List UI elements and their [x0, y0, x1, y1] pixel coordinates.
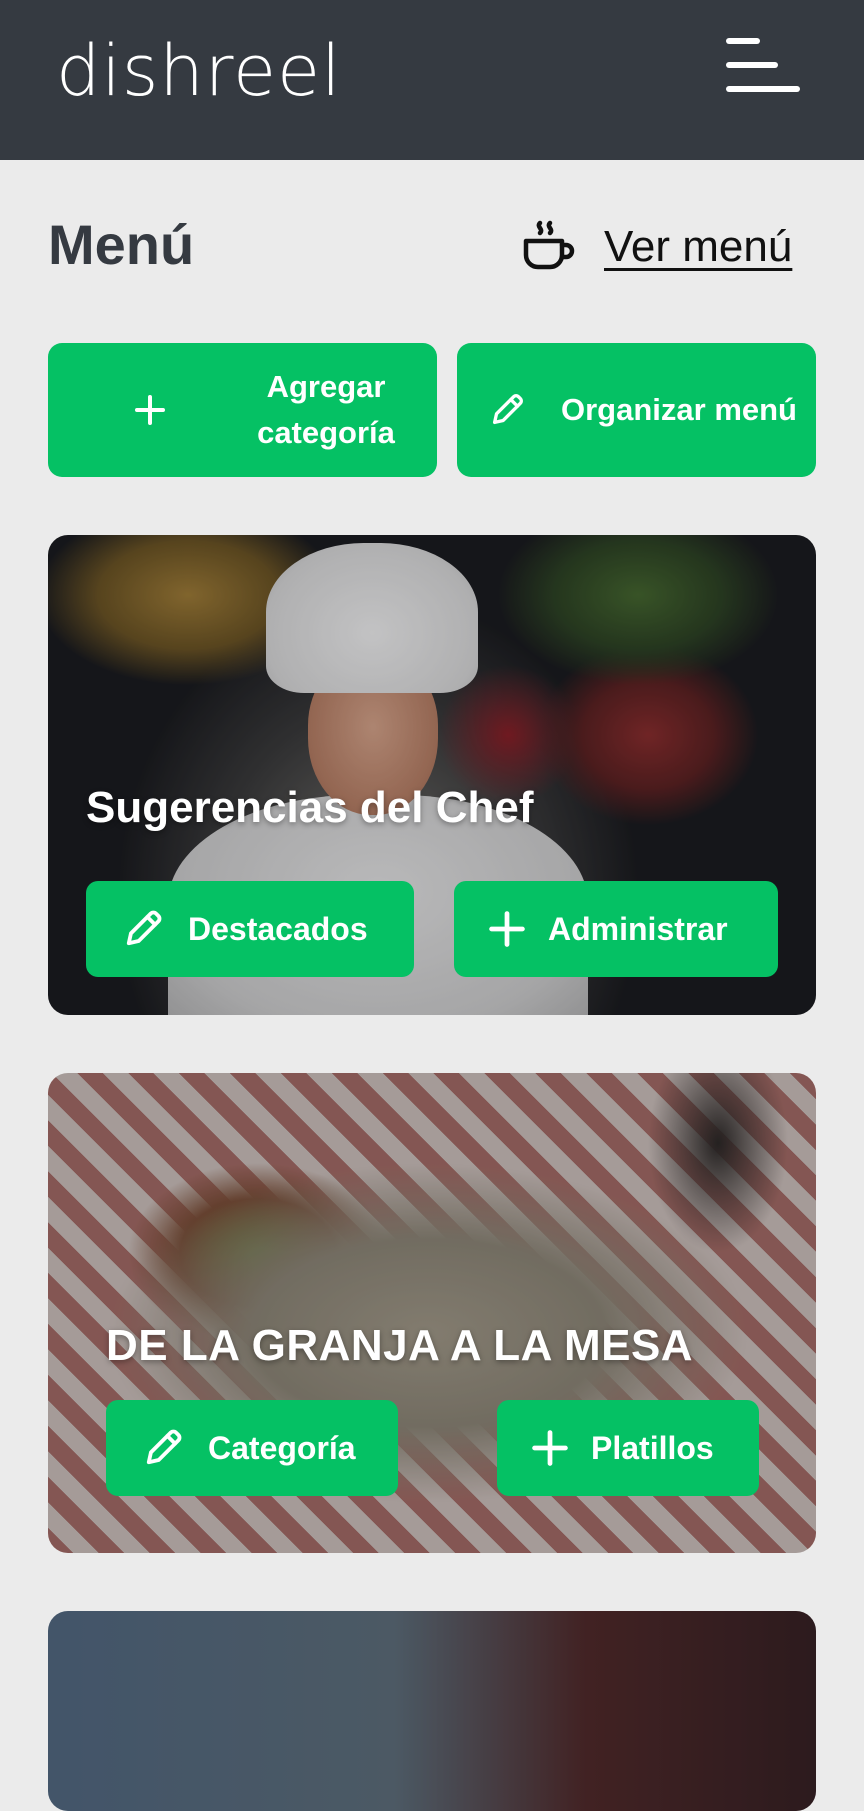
highlighted-button-label: Destacados [188, 910, 368, 947]
page-title: Menú [48, 213, 195, 276]
dishes-button[interactable]: Platillos [497, 1400, 759, 1496]
category-title: Sugerencias del Chef [86, 783, 534, 832]
manage-button-label: Administrar [548, 910, 728, 947]
organize-menu-button[interactable]: Organizar menú [457, 343, 816, 477]
app-header: dishreel [0, 0, 864, 160]
plus-icon [130, 343, 170, 477]
dishreel-logo[interactable]: dishreel [56, 26, 342, 116]
category-card[interactable] [48, 1611, 816, 1811]
view-menu-link[interactable]: Ver menú [518, 212, 792, 282]
pencil-icon [126, 910, 162, 946]
pencil-icon [146, 1429, 182, 1465]
hamburger-menu-icon[interactable] [726, 36, 800, 98]
category-card[interactable]: DE LA GRANJA A LA MESA Categoría Platill… [48, 1073, 816, 1553]
manage-button[interactable]: Administrar [454, 881, 778, 977]
plus-icon [532, 1430, 568, 1466]
dishes-button-label: Platillos [591, 1429, 714, 1466]
view-menu-label: Ver menú [604, 222, 793, 271]
highlighted-button[interactable]: Destacados [86, 881, 414, 977]
edit-category-label: Categoría [208, 1429, 356, 1466]
pencil-icon [487, 343, 527, 477]
add-category-label: Agregar categoría [257, 369, 395, 450]
category-card[interactable]: Sugerencias del Chef Destacados Administ… [48, 535, 816, 1015]
plus-icon [489, 911, 525, 947]
category-title: DE LA GRANJA A LA MESA [106, 1321, 694, 1370]
organize-menu-label: Organizar menú [561, 392, 797, 427]
coffee-cup-icon [523, 220, 575, 270]
edit-category-button[interactable]: Categoría [106, 1400, 398, 1496]
add-category-button[interactable]: Agregar categoría [48, 343, 437, 477]
